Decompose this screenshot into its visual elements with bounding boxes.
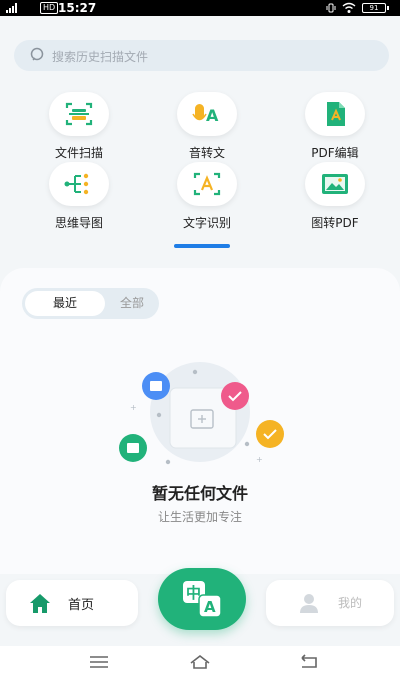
nav-mine-label: 我的 [338,596,363,610]
user-icon [300,594,318,613]
empty-state-title: 暂无任何文件 [151,484,248,503]
tool-ocr[interactable]: 文字识别 [157,162,257,231]
tool-icon-bg [305,92,365,136]
tool-icon-bg: A [177,92,237,136]
svg-text:A: A [206,106,219,125]
tool-audio-to-text[interactable]: A 音转文 [157,92,257,161]
audio-to-text-icon: A [192,104,219,125]
tool-icon-bg [49,92,109,136]
status-bar: HD 15:27 91 [0,0,400,16]
tool-mind-map[interactable]: 思维导图 [29,162,129,231]
tool-label: 音转文 [188,146,225,160]
tool-label: PDF编辑 [311,146,359,160]
svg-text:+: + [256,455,263,464]
image-to-pdf-icon [322,174,348,194]
tool-label: 图转PDF [311,216,359,230]
svg-text:+: + [130,403,137,412]
tool-pdf-edit[interactable]: PDF编辑 [285,92,385,161]
tool-label: 思维导图 [54,216,103,230]
mind-map-icon [64,173,89,195]
battery-icon: 91 [362,3,389,13]
page-indicator [174,244,230,248]
empty-state-illustration: + + [119,362,284,465]
tool-label: 文件扫描 [54,146,103,160]
hd-badge: HD [40,2,59,14]
tool-icon-bg [305,162,365,206]
tool-icon-bg [177,162,237,206]
signal-icon [6,3,17,13]
tool-label: 文字识别 [182,216,231,230]
translate-glyph-top: 中 [186,584,201,602]
home-nav-icon[interactable] [189,654,211,670]
tool-icon-bg [49,162,109,206]
scan-icon [65,102,93,126]
translate-glyph-bottom: A [204,598,216,616]
translate-icon: 中 A [183,581,222,618]
tab-all[interactable]: 全部 [108,291,156,316]
menu-icon[interactable] [88,654,110,670]
nav-mine[interactable]: 我的 [266,580,394,626]
nav-home[interactable]: 首页 [6,580,138,626]
status-time: 15:27 [58,1,97,15]
pdf-edit-icon [327,102,345,126]
back-icon[interactable] [298,654,320,670]
ocr-icon [193,172,221,196]
search-bar[interactable]: 搜索历史扫描文件 [14,40,389,71]
home-icon [30,594,50,613]
file-filter-tabs: 最近 全部 [22,288,159,319]
tool-file-scan[interactable]: 文件扫描 [29,92,129,161]
vibrate-icon [326,3,336,13]
empty-state-subtitle: 让生活更加专注 [157,510,242,524]
nav-home-label: 首页 [68,598,95,613]
tool-image-to-pdf[interactable]: 图转PDF [285,162,385,231]
search-icon [30,47,44,61]
wifi-icon [342,2,356,13]
tab-recent[interactable]: 最近 [25,291,105,316]
system-nav-bar [0,646,400,676]
translate-button[interactable]: 中 A [158,568,246,630]
search-placeholder: 搜索历史扫描文件 [52,50,149,64]
